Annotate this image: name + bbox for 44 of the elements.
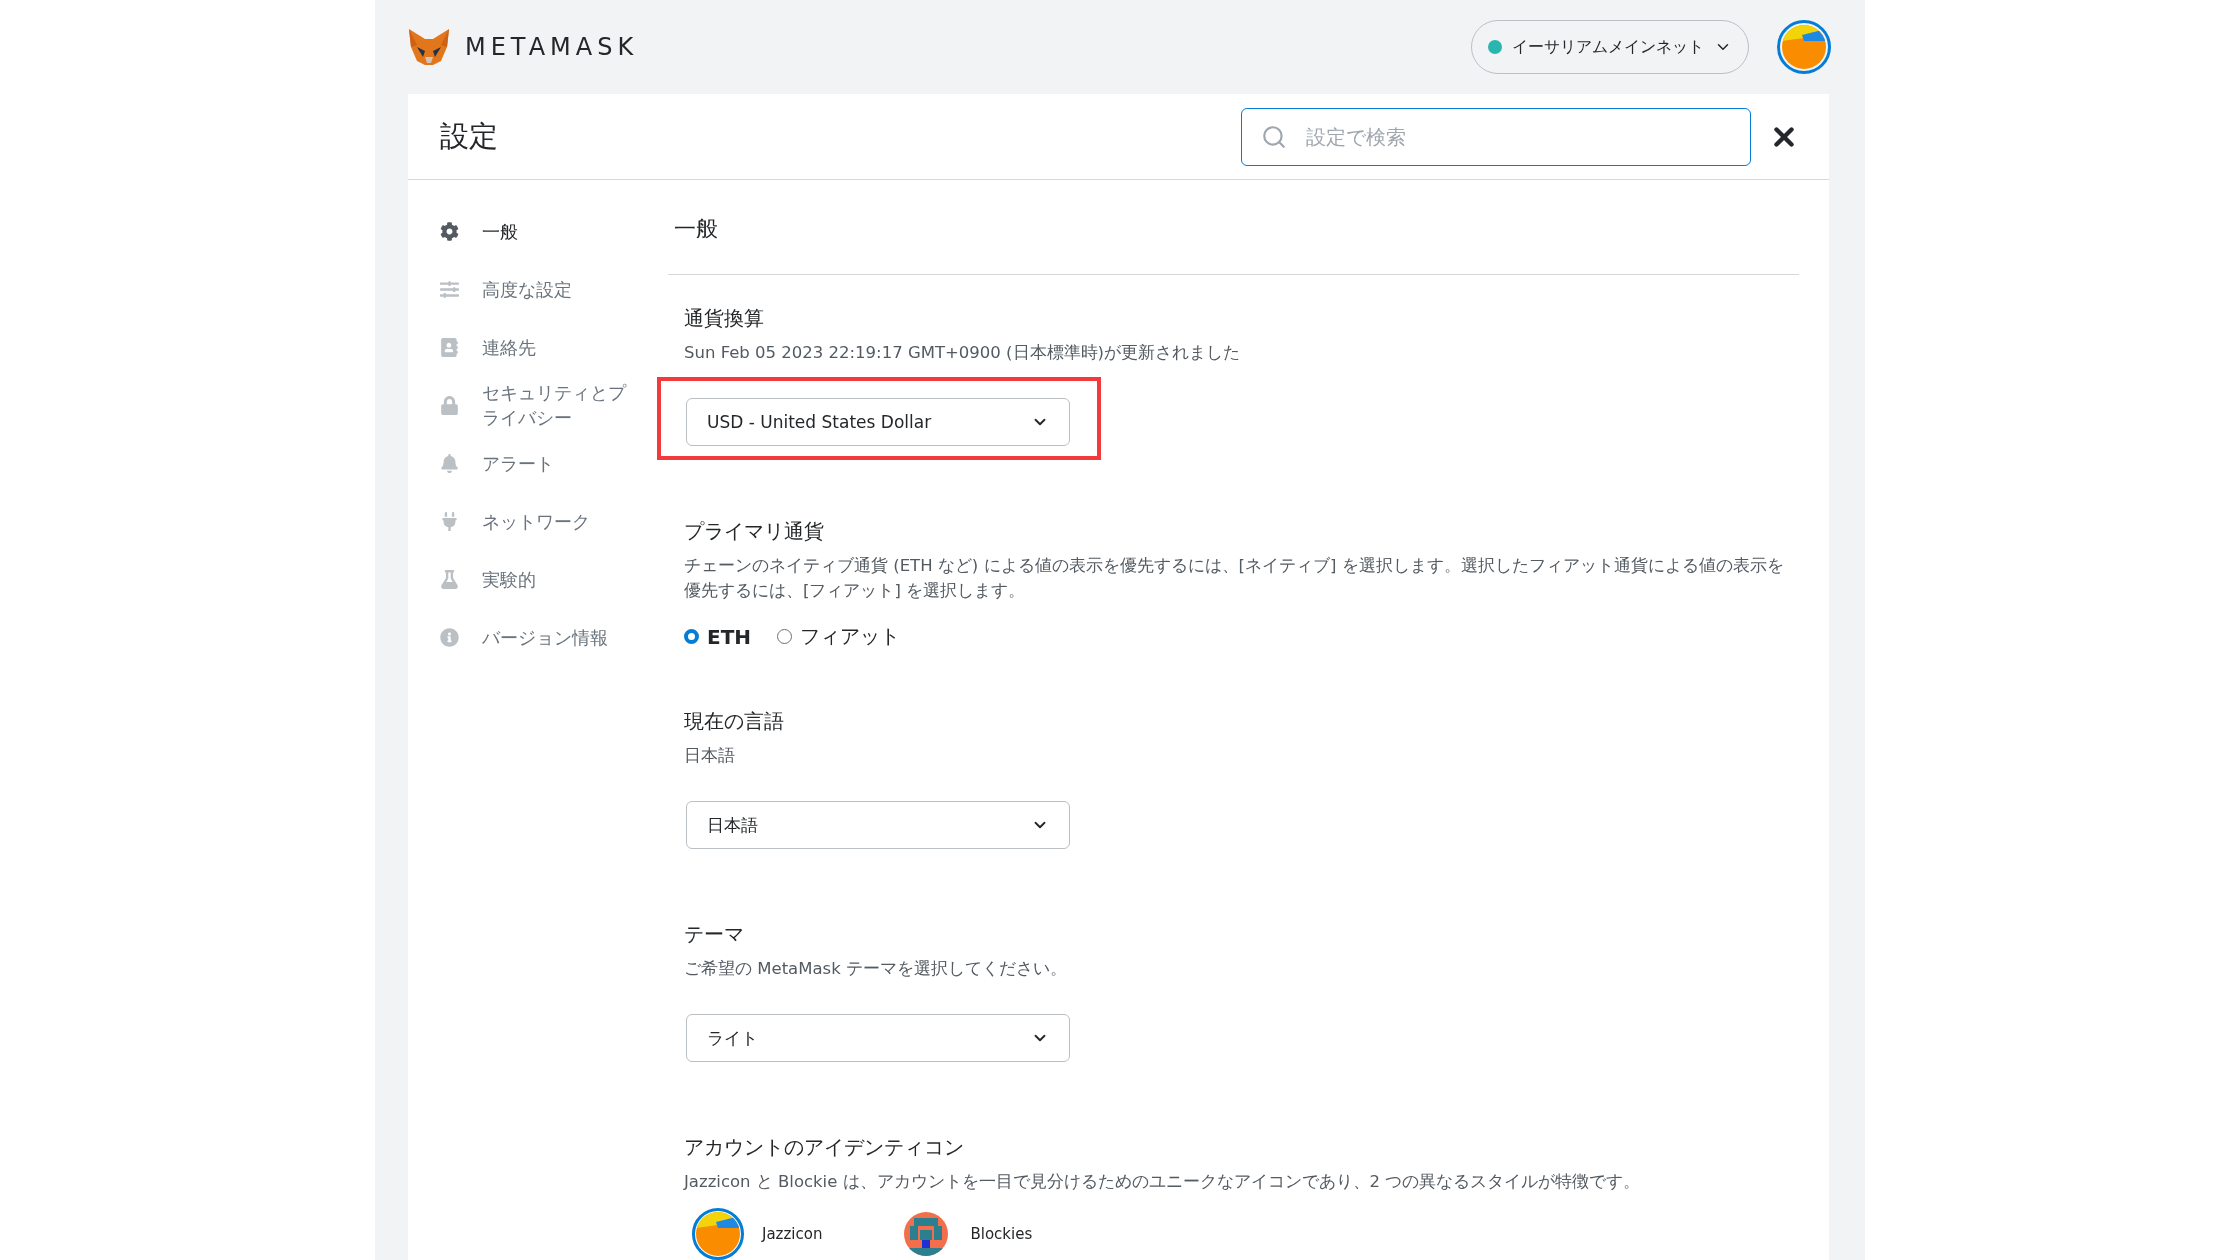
network-status-dot xyxy=(1488,40,1502,54)
radio-option[interactable]: ETH xyxy=(684,623,752,650)
sidebar-item[interactable]: セキュリティとプライバシー xyxy=(436,376,661,434)
page-title: 設定 xyxy=(440,117,498,155)
identicon-label: Blockies xyxy=(970,1225,1033,1243)
sidebar-item[interactable]: ネットワーク xyxy=(436,492,661,550)
select-dropdown[interactable]: 日本語 xyxy=(686,801,1070,849)
identicon-option[interactable] xyxy=(692,1208,744,1260)
account-avatar[interactable] xyxy=(1777,20,1831,74)
section-description: Jazzicon と Blockie は、アカウントを一目で見分けるためのユニークなアイコンであり、2 つの異なるスタイルが特徴です。 xyxy=(684,1171,1642,1193)
section-title: プライマリ通貨 xyxy=(684,518,825,545)
sidebar-icon xyxy=(439,569,459,589)
sidebar-icon xyxy=(439,337,459,357)
search-field[interactable]: 設定で検索 xyxy=(1241,107,1751,166)
sidebar-icon xyxy=(439,221,459,241)
sidebar-icon xyxy=(439,279,459,299)
section-description: Sun Feb 05 2023 22:19:17 GMT+0900 (日本標準時)が更新されました xyxy=(684,342,1241,364)
sidebar-item[interactable]: アラート xyxy=(436,434,661,492)
fox-logo-icon xyxy=(407,27,451,67)
blockies-icon xyxy=(904,1212,949,1256)
identicon-label: Jazzicon xyxy=(762,1225,823,1243)
jazzicon-icon xyxy=(696,1212,740,1256)
sidebar-icon xyxy=(439,627,459,647)
section-title: 通貨換算 xyxy=(684,305,765,332)
section-title: アカウントのアイデンティコン xyxy=(684,1134,965,1161)
radio-option[interactable]: フィアット xyxy=(777,623,901,650)
section-description: 日本語 xyxy=(684,745,736,767)
section-description: チェーンのネイティブ通貨 (ETH など) による値の表示を優先するには、[ネイティブ] を選択します。選択したフィアット通貨による値の表示を優先するには、[フィアット] を選択します。 xyxy=(684,555,1785,602)
sidebar-item[interactable]: 高度な設定 xyxy=(436,260,661,318)
logo-text: METAMASK xyxy=(465,33,639,61)
sidebar-item[interactable]: 連絡先 xyxy=(436,318,661,376)
section-heading: 一般 xyxy=(668,180,1799,275)
section-description: ご希望の MetaMask テーマを選択してください。 xyxy=(684,958,1068,980)
sidebar-icon xyxy=(439,511,459,531)
search-icon xyxy=(1261,123,1287,150)
sidebar-item[interactable]: 実験的 xyxy=(436,550,661,608)
select-dropdown[interactable]: ライト xyxy=(686,1014,1070,1062)
select-dropdown[interactable]: USD - United States Dollar xyxy=(686,398,1070,446)
sidebar-item[interactable]: バージョン情報 xyxy=(436,608,661,666)
sidebar-item[interactable]: 一般 xyxy=(436,202,661,260)
sidebar-icon xyxy=(439,453,459,473)
section-title: テーマ xyxy=(684,921,745,948)
section-title: 現在の言語 xyxy=(684,708,785,735)
sidebar-icon xyxy=(439,395,459,415)
